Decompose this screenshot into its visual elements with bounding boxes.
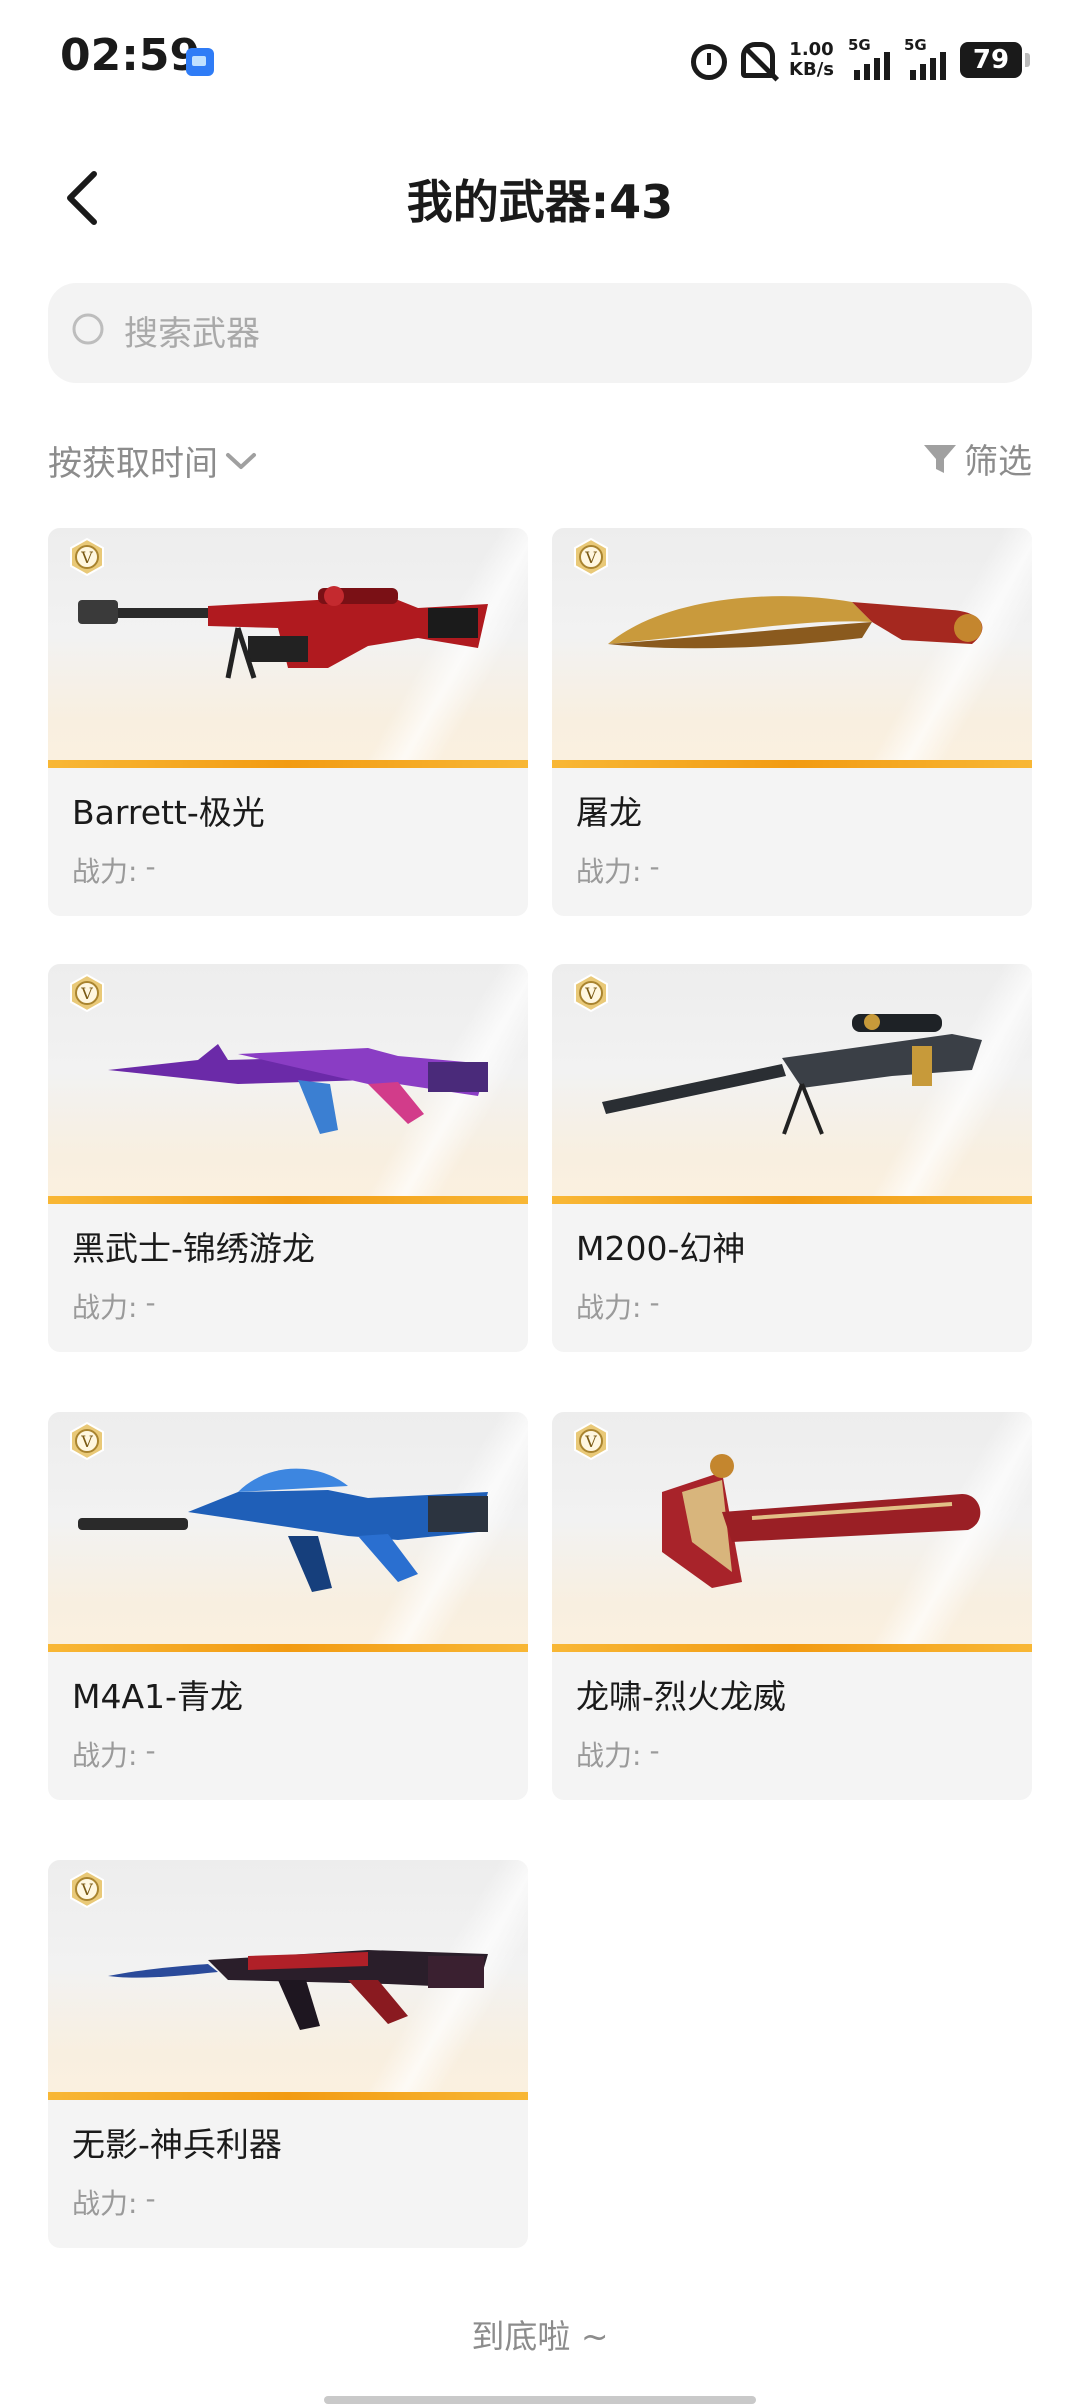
weapon-name: 龙啸-烈火龙威 <box>576 1677 786 1716</box>
weapon-card[interactable]: V 黑武士-锦绣游龙 战力: - <box>48 964 528 1352</box>
sort-label: 按获取时间 <box>48 444 218 484</box>
weapon-name: M4A1-青龙 <box>72 1677 243 1716</box>
network-speed: 1.00 KB/s <box>789 40 834 80</box>
weapon-artwork: V <box>48 528 528 768</box>
end-of-list-text: 到底啦 ~ <box>471 2317 609 2356</box>
weapon-name: 屠龙 <box>576 793 642 832</box>
bell-off-icon <box>741 42 776 78</box>
weapon-artwork: V <box>552 1412 1032 1652</box>
power-value: - <box>649 1734 660 1767</box>
power-value: - <box>145 1734 156 1767</box>
power-label: 战力: <box>576 1291 642 1324</box>
assault-rifle-icon <box>78 1468 488 1592</box>
battery-icon: 79 <box>960 42 1030 78</box>
weapon-name: Barrett-极光 <box>72 793 265 832</box>
signal-sim1-icon: 5G <box>848 36 890 80</box>
filter-label: 筛选 <box>964 442 1032 482</box>
power-label: 战力: <box>72 1739 138 1772</box>
home-indicator[interactable] <box>324 2396 756 2404</box>
power-label: 战力: <box>72 855 138 888</box>
search-icon <box>72 313 104 345</box>
assault-rifle-icon <box>108 1950 488 2030</box>
weapon-artwork: V <box>552 964 1032 1204</box>
page-title: 我的武器:43 <box>406 175 674 229</box>
app-notification-icon <box>186 48 214 76</box>
status-time: 02:59 <box>60 30 201 81</box>
power-label: 战力: <box>576 1739 642 1772</box>
weapon-artwork: V <box>48 1412 528 1652</box>
kukri-blade-icon <box>608 596 983 649</box>
weapon-power: 战力: - <box>576 850 660 890</box>
battery-level: 79 <box>972 45 1010 75</box>
weapon-power: 战力: - <box>576 1734 660 1774</box>
weapon-power: 战力: - <box>72 1286 156 1326</box>
weapon-card[interactable]: V 龙啸-烈火龙威 战力: - <box>552 1412 1032 1800</box>
network-speed-unit: KB/s <box>789 59 834 80</box>
weapon-name: 黑武士-锦绣游龙 <box>72 1229 315 1268</box>
sort-dropdown[interactable]: 按获取时间 <box>48 436 258 485</box>
weapon-artwork: V <box>552 528 1032 768</box>
search-input[interactable] <box>122 305 1006 363</box>
power-value: - <box>145 2182 156 2215</box>
sniper-rifle-icon <box>78 586 488 679</box>
weapon-name: M200-幻神 <box>576 1229 746 1268</box>
power-value: - <box>649 850 660 883</box>
power-label: 战力: <box>72 2187 138 2220</box>
power-value: - <box>145 850 156 883</box>
network-speed-value: 1.00 <box>789 39 834 60</box>
power-value: - <box>145 1286 156 1319</box>
weapon-power: 战力: - <box>72 850 156 890</box>
weapon-name: 无影-神兵利器 <box>72 2125 282 2164</box>
weapon-power: 战力: - <box>72 2182 156 2222</box>
power-label: 战力: <box>576 855 642 888</box>
weapon-card[interactable]: V M4A1-青龙 战力: - <box>48 1412 528 1800</box>
weapon-card[interactable]: V 屠龙 战力: - <box>552 528 1032 916</box>
weapon-artwork: V <box>48 1860 528 2100</box>
weapon-card[interactable]: V M200-幻神 战力: - <box>552 964 1032 1352</box>
weapon-artwork: V <box>48 964 528 1204</box>
weapon-power: 战力: - <box>72 1734 156 1774</box>
search-bar[interactable] <box>48 283 1032 383</box>
status-bar: 02:59 1.00 KB/s 5G 5G 79 <box>0 0 1080 120</box>
chevron-down-icon <box>226 452 256 469</box>
filter-button[interactable]: 筛选 <box>922 434 1032 483</box>
weapon-power: 战力: - <box>576 1286 660 1326</box>
alarm-icon <box>691 44 728 80</box>
assault-rifle-icon <box>108 1044 488 1134</box>
power-value: - <box>649 1286 660 1319</box>
axe-icon <box>662 1454 981 1588</box>
weapon-card[interactable]: V Barrett-极光 战力: - <box>48 528 528 916</box>
filter-icon <box>924 444 956 473</box>
signal-sim2-icon: 5G <box>904 36 946 80</box>
weapon-card[interactable]: V 无影-神兵利器 战力: - <box>48 1860 528 2248</box>
sniper-rifle-icon <box>602 1014 982 1135</box>
power-label: 战力: <box>72 1291 138 1324</box>
